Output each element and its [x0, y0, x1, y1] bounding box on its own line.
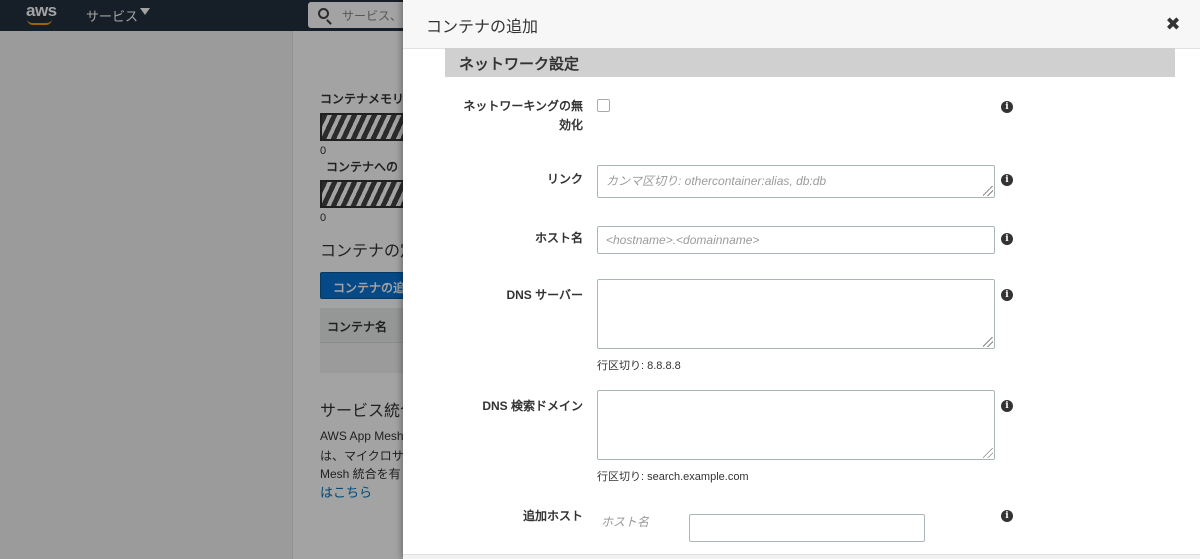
extra-hosts-ip-input[interactable]: [689, 514, 925, 542]
info-icon[interactable]: i: [1001, 289, 1013, 301]
dns-search-domains-label: DNS 検索ドメイン: [482, 399, 583, 413]
info-icon[interactable]: i: [1001, 101, 1013, 113]
modal-header: コンテナの追加 ✖: [403, 0, 1200, 49]
hostname-label: ホスト名: [534, 231, 583, 245]
dns-servers-label: DNS サーバー: [506, 288, 583, 302]
links-label: リンク: [546, 172, 583, 186]
info-icon[interactable]: i: [1001, 174, 1013, 186]
section-title: ネットワーク設定: [459, 56, 580, 73]
network-settings-section-header: ネットワーク設定: [445, 48, 1175, 77]
extra-hosts-label: 追加ホスト: [522, 509, 583, 523]
dns-search-domains-input[interactable]: [597, 390, 995, 460]
modal-footer-edge: [403, 554, 1200, 559]
links-input[interactable]: [597, 165, 995, 198]
info-icon[interactable]: i: [1001, 400, 1013, 412]
info-icon[interactable]: i: [1001, 233, 1013, 245]
disable-networking-label-line-2: 効化: [558, 118, 583, 132]
extra-hosts-hostname-placeholder[interactable]: ホスト名: [601, 513, 649, 530]
modal-title: コンテナの追加: [426, 19, 539, 36]
disable-networking-checkbox[interactable]: [597, 99, 610, 112]
add-container-modal: コンテナの追加 ✖ ネットワーク設定 ネットワーキングの無 効化 i リンク i…: [403, 0, 1200, 559]
hostname-input[interactable]: [597, 226, 995, 254]
close-icon[interactable]: ✖: [1163, 12, 1183, 36]
dns-search-domains-hint: 行区切り: search.example.com: [597, 471, 749, 483]
dns-servers-hint: 行区切り: 8.8.8.8: [597, 360, 681, 372]
info-icon[interactable]: i: [1001, 510, 1013, 522]
dns-servers-input[interactable]: [597, 279, 995, 349]
disable-networking-label-line-1: ネットワーキングの無: [463, 99, 583, 113]
